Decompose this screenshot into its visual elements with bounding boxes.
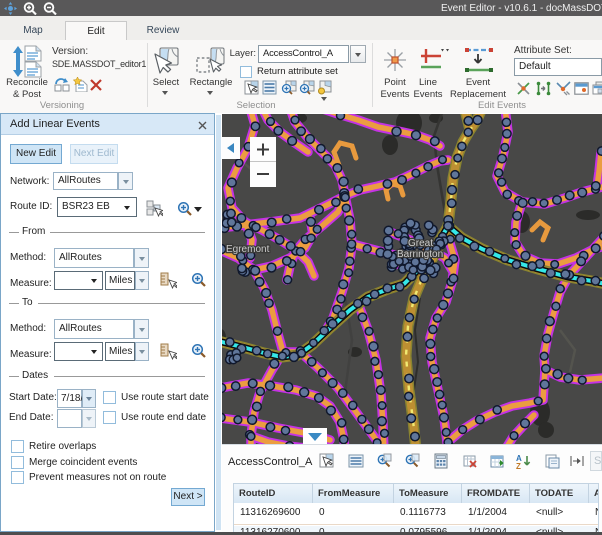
svg-text:Great: Great: [408, 238, 433, 249]
svg-text:Barrington: Barrington: [397, 249, 443, 260]
svg-text:Z: Z: [516, 462, 521, 469]
svg-text:Egremont: Egremont: [226, 244, 270, 255]
